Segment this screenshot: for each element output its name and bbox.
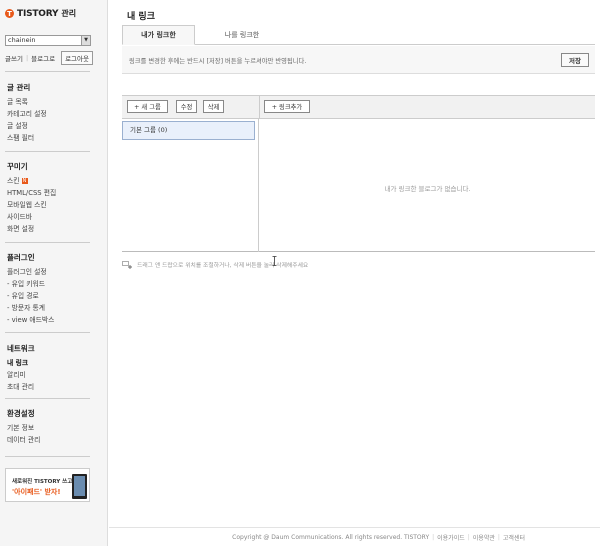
- sidebar: T TISTORY 관리 chainein ▼ 글쓰기 | 블로그로 로그아웃 …: [0, 0, 108, 546]
- nav-item-inflow-paths[interactable]: - 유입 경로: [7, 290, 54, 302]
- toolbar-divider: [259, 96, 260, 118]
- divider: [5, 456, 90, 457]
- write-link[interactable]: 글쓰기: [5, 53, 23, 63]
- link-toolbar: + 새 그룹 수정 삭제 + 링크추가: [122, 95, 595, 119]
- nav-item-post-settings[interactable]: 글 설정: [7, 120, 47, 132]
- separator: |: [467, 533, 470, 541]
- text-cursor-icon: [272, 256, 277, 266]
- drag-handle-icon: [122, 260, 134, 269]
- divider: [5, 398, 90, 399]
- copyright-text: Copyright @ Daum Communications. All rig…: [232, 533, 430, 541]
- drag-hint-text: 드래그 앤 드랍으로 위치를 조절하거나, 삭제 버튼을 눌러 삭제해주세요: [137, 263, 309, 269]
- footer-link-terms[interactable]: 이용약관: [473, 533, 495, 542]
- nav-section-environment: 환경설정 기본 정보 데이터 관리: [7, 408, 40, 446]
- footer-link-guide[interactable]: 이용가이드: [437, 533, 465, 542]
- blog-selector[interactable]: chainein ▼: [5, 35, 91, 46]
- new-badge-icon: N: [21, 178, 28, 184]
- tab-incoming-links[interactable]: 나를 링크한: [207, 25, 277, 45]
- nav-item-inflow-keywords[interactable]: - 유입 키워드: [7, 278, 54, 290]
- nav-item-post-list[interactable]: 글 목록: [7, 96, 47, 108]
- add-link-button[interactable]: + 링크추가: [264, 100, 310, 113]
- nav-section-decorate: 꾸미기 스킨 N HTML/CSS 편집 모바일웹 스킨 사이드바 화면 설정: [7, 161, 56, 235]
- link-panel: 기본 그룹 (0) 내가 링크한 블로그가 없습니다.: [122, 119, 595, 252]
- brand-name: TISTORY: [17, 8, 59, 19]
- blog-link[interactable]: 블로그로: [31, 53, 55, 63]
- new-group-button[interactable]: + 새 그룹: [127, 100, 168, 113]
- empty-links-message: 내가 링크한 블로그가 없습니다.: [384, 185, 471, 193]
- brand-suffix: 관리: [61, 9, 77, 18]
- save-button[interactable]: 저장: [561, 53, 589, 67]
- drag-hint: 드래그 앤 드랍으로 위치를 조절하거나, 삭제 버튼을 눌러 삭제해주세요: [122, 260, 308, 269]
- nav-title: 꾸미기: [7, 162, 28, 171]
- nav-title: 네트워크: [7, 344, 35, 353]
- nav-title: 플러그인: [7, 253, 35, 262]
- save-notice: 링크를 변경한 후에는 반드시 [저장] 버튼을 누르셔야만 반영됩니다.: [129, 58, 307, 65]
- footer-link-support[interactable]: 고객센터: [503, 533, 525, 542]
- separator: |: [25, 54, 29, 62]
- divider: [5, 332, 90, 333]
- nav-item-skin-label: 스킨: [7, 177, 20, 185]
- divider: [5, 242, 90, 243]
- promo-headline: '아이패드' 받자!: [12, 488, 61, 496]
- ipad-promo-banner[interactable]: 새로워진 TISTORY 쓰고 '아이패드' 받자!: [5, 468, 90, 502]
- nav-item-spam-filter[interactable]: 스팸 필터: [7, 132, 47, 144]
- main-content: 내 링크 내가 링크한 나를 링크한 링크를 변경한 후에는 반드시 [저장] …: [109, 0, 600, 546]
- separator: |: [497, 533, 500, 541]
- page-title: 내 링크: [127, 12, 155, 22]
- nav-section-network: 네트워크 내 링크 알리미 초대 관리: [7, 343, 35, 393]
- footer: Copyright @ Daum Communications. All rig…: [109, 527, 600, 546]
- nav-item-skin[interactable]: 스킨 N: [7, 175, 56, 187]
- top-links: 글쓰기 | 블로그로 로그아웃: [5, 51, 93, 65]
- nav-title: 글 관리: [7, 83, 31, 92]
- group-list: 기본 그룹 (0): [122, 119, 259, 252]
- divider: [5, 151, 90, 152]
- nav-item-invite-management[interactable]: 초대 관리: [7, 381, 35, 393]
- nav-title: 환경설정: [7, 409, 35, 418]
- tistory-logo[interactable]: T TISTORY 관리: [5, 8, 76, 19]
- nav-item-screen-settings[interactable]: 화면 설정: [7, 223, 56, 235]
- nav-item-sidebar[interactable]: 사이드바: [7, 211, 56, 223]
- tistory-logo-icon: T: [5, 9, 14, 18]
- tab-bar: 내가 링크한 나를 링크한: [122, 25, 595, 45]
- delete-group-button[interactable]: 삭제: [203, 100, 224, 113]
- tab-outgoing-links[interactable]: 내가 링크한: [122, 25, 195, 45]
- separator: |: [432, 533, 435, 541]
- group-item-default[interactable]: 기본 그룹 (0): [122, 121, 255, 140]
- promo-text: 새로워진 TISTORY 쓰고: [12, 479, 73, 485]
- nav-item-data-management[interactable]: 데이터 관리: [7, 434, 40, 446]
- divider: [5, 71, 90, 72]
- nav-item-basic-info[interactable]: 기본 정보: [7, 422, 40, 434]
- nav-item-category-settings[interactable]: 카테고리 설정: [7, 108, 47, 120]
- edit-group-button[interactable]: 수정: [176, 100, 197, 113]
- blog-selector-value: chainein: [8, 36, 36, 44]
- logout-button[interactable]: 로그아웃: [61, 51, 93, 65]
- nav-item-plugin-settings[interactable]: 플러그인 설정: [7, 266, 54, 278]
- nav-item-html-css[interactable]: HTML/CSS 편집: [7, 187, 56, 199]
- nav-item-notifier[interactable]: 알리미: [7, 369, 35, 381]
- nav-item-visitor-stats[interactable]: - 방문자 통계: [7, 302, 54, 314]
- nav-item-my-links[interactable]: 내 링크: [7, 357, 35, 369]
- chevron-down-icon[interactable]: ▼: [81, 36, 90, 45]
- nav-item-mobile-skin[interactable]: 모바일웹 스킨: [7, 199, 56, 211]
- nav-section-posts: 글 관리 글 목록 카테고리 설정 글 설정 스팸 필터: [7, 82, 47, 144]
- nav-section-plugins: 플러그인 플러그인 설정 - 유입 키워드 - 유입 경로 - 방문자 통계 -…: [7, 252, 54, 326]
- tablet-icon: [72, 474, 87, 499]
- notice-bar: 링크를 변경한 후에는 반드시 [저장] 버튼을 누르셔야만 반영됩니다. 저장: [122, 46, 595, 74]
- nav-item-view-adbox[interactable]: - view 애드박스: [7, 314, 54, 326]
